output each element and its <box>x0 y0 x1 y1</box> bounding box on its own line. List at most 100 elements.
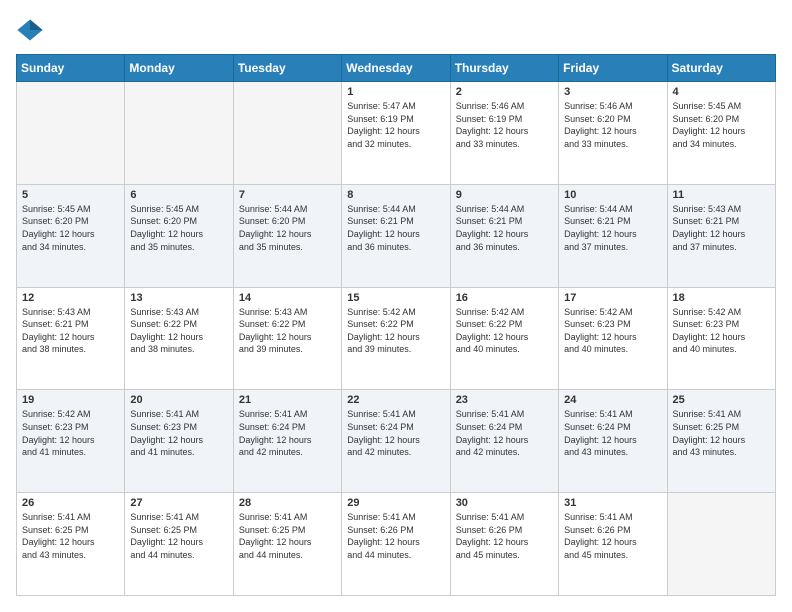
day-number: 20 <box>130 394 227 406</box>
calendar-cell: 10 Sunrise: 5:44 AM Sunset: 6:21 PM Dayli… <box>559 184 667 287</box>
day-number: 28 <box>239 497 336 509</box>
day-info: Sunrise: 5:44 AM Sunset: 6:21 PM Dayligh… <box>564 203 661 253</box>
calendar-cell: 29 Sunrise: 5:41 AM Sunset: 6:26 PM Dayli… <box>342 493 450 596</box>
day-number: 15 <box>347 292 444 304</box>
calendar-header-cell: Tuesday <box>233 55 341 82</box>
calendar-header-cell: Monday <box>125 55 233 82</box>
day-number: 24 <box>564 394 661 406</box>
day-info: Sunrise: 5:42 AM Sunset: 6:23 PM Dayligh… <box>22 408 119 458</box>
calendar-week-row: 12Sunrise: 5:43 AM Sunset: 6:21 PM Dayli… <box>17 287 776 390</box>
calendar-cell: 31 Sunrise: 5:41 AM Sunset: 6:26 PM Dayli… <box>559 493 667 596</box>
calendar-week-row: 5 Sunrise: 5:45 AM Sunset: 6:20 PM Daylig… <box>17 184 776 287</box>
calendar-cell: 23Sunrise: 5:41 AM Sunset: 6:24 PM Dayli… <box>450 390 558 493</box>
day-info: Sunrise: 5:46 AM Sunset: 6:20 PM Dayligh… <box>564 100 661 150</box>
calendar-cell: 26 Sunrise: 5:41 AM Sunset: 6:25 PM Dayli… <box>17 493 125 596</box>
calendar-cell: 3 Sunrise: 5:46 AM Sunset: 6:20 PM Daylig… <box>559 82 667 185</box>
day-info: Sunrise: 5:41 AM Sunset: 6:24 PM Dayligh… <box>347 408 444 458</box>
day-number: 12 <box>22 292 119 304</box>
day-info: Sunrise: 5:45 AM Sunset: 6:20 PM Dayligh… <box>673 100 770 150</box>
calendar-cell: 27 Sunrise: 5:41 AM Sunset: 6:25 PM Dayli… <box>125 493 233 596</box>
day-info: Sunrise: 5:44 AM Sunset: 6:20 PM Dayligh… <box>239 203 336 253</box>
day-info: Sunrise: 5:41 AM Sunset: 6:24 PM Dayligh… <box>239 408 336 458</box>
calendar-cell: 13 Sunrise: 5:43 AM Sunset: 6:22 PM Dayli… <box>125 287 233 390</box>
day-number: 30 <box>456 497 553 509</box>
calendar-cell: 12Sunrise: 5:43 AM Sunset: 6:21 PM Dayli… <box>17 287 125 390</box>
day-number: 16 <box>456 292 553 304</box>
day-info: Sunrise: 5:43 AM Sunset: 6:21 PM Dayligh… <box>673 203 770 253</box>
day-number: 26 <box>22 497 119 509</box>
calendar-cell: 15 Sunrise: 5:42 AM Sunset: 6:22 PM Dayli… <box>342 287 450 390</box>
day-number: 22 <box>347 394 444 406</box>
calendar-cell: 20 Sunrise: 5:41 AM Sunset: 6:23 PM Dayli… <box>125 390 233 493</box>
calendar-cell: 8Sunrise: 5:44 AM Sunset: 6:21 PM Daylig… <box>342 184 450 287</box>
day-number: 2 <box>456 86 553 98</box>
calendar-cell: 9 Sunrise: 5:44 AM Sunset: 6:21 PM Daylig… <box>450 184 558 287</box>
day-number: 6 <box>130 189 227 201</box>
day-info: Sunrise: 5:45 AM Sunset: 6:20 PM Dayligh… <box>130 203 227 253</box>
day-info: Sunrise: 5:41 AM Sunset: 6:26 PM Dayligh… <box>564 511 661 561</box>
day-number: 17 <box>564 292 661 304</box>
page: SundayMondayTuesdayWednesdayThursdayFrid… <box>0 0 792 612</box>
day-info: Sunrise: 5:41 AM Sunset: 6:24 PM Dayligh… <box>564 408 661 458</box>
calendar-header-cell: Saturday <box>667 55 775 82</box>
logo-icon <box>16 16 44 44</box>
calendar-cell: 2 Sunrise: 5:46 AM Sunset: 6:19 PM Daylig… <box>450 82 558 185</box>
day-number: 4 <box>673 86 770 98</box>
calendar-week-row: 19 Sunrise: 5:42 AM Sunset: 6:23 PM Dayli… <box>17 390 776 493</box>
calendar-cell: 24 Sunrise: 5:41 AM Sunset: 6:24 PM Dayli… <box>559 390 667 493</box>
day-info: Sunrise: 5:42 AM Sunset: 6:23 PM Dayligh… <box>564 306 661 356</box>
day-info: Sunrise: 5:42 AM Sunset: 6:22 PM Dayligh… <box>347 306 444 356</box>
day-info: Sunrise: 5:41 AM Sunset: 6:26 PM Dayligh… <box>347 511 444 561</box>
day-number: 19 <box>22 394 119 406</box>
calendar-cell <box>233 82 341 185</box>
calendar-cell: 11 Sunrise: 5:43 AM Sunset: 6:21 PM Dayli… <box>667 184 775 287</box>
calendar-cell <box>125 82 233 185</box>
calendar-week-row: 26 Sunrise: 5:41 AM Sunset: 6:25 PM Dayli… <box>17 493 776 596</box>
calendar-header-row: SundayMondayTuesdayWednesdayThursdayFrid… <box>17 55 776 82</box>
day-info: Sunrise: 5:41 AM Sunset: 6:25 PM Dayligh… <box>22 511 119 561</box>
day-number: 1 <box>347 86 444 98</box>
day-number: 13 <box>130 292 227 304</box>
day-number: 11 <box>673 189 770 201</box>
day-info: Sunrise: 5:44 AM Sunset: 6:21 PM Dayligh… <box>347 203 444 253</box>
day-info: Sunrise: 5:44 AM Sunset: 6:21 PM Dayligh… <box>456 203 553 253</box>
day-info: Sunrise: 5:41 AM Sunset: 6:25 PM Dayligh… <box>673 408 770 458</box>
calendar-cell: 25 Sunrise: 5:41 AM Sunset: 6:25 PM Dayli… <box>667 390 775 493</box>
day-number: 9 <box>456 189 553 201</box>
calendar-week-row: 1Sunrise: 5:47 AM Sunset: 6:19 PM Daylig… <box>17 82 776 185</box>
day-info: Sunrise: 5:45 AM Sunset: 6:20 PM Dayligh… <box>22 203 119 253</box>
calendar-cell <box>17 82 125 185</box>
calendar-cell: 28Sunrise: 5:41 AM Sunset: 6:25 PM Dayli… <box>233 493 341 596</box>
calendar-cell: 7 Sunrise: 5:44 AM Sunset: 6:20 PM Daylig… <box>233 184 341 287</box>
day-info: Sunrise: 5:43 AM Sunset: 6:22 PM Dayligh… <box>130 306 227 356</box>
day-number: 18 <box>673 292 770 304</box>
calendar-cell <box>667 493 775 596</box>
day-number: 25 <box>673 394 770 406</box>
day-number: 3 <box>564 86 661 98</box>
calendar-cell: 4 Sunrise: 5:45 AM Sunset: 6:20 PM Daylig… <box>667 82 775 185</box>
day-info: Sunrise: 5:46 AM Sunset: 6:19 PM Dayligh… <box>456 100 553 150</box>
logo <box>16 16 48 44</box>
calendar-cell: 22 Sunrise: 5:41 AM Sunset: 6:24 PM Dayli… <box>342 390 450 493</box>
day-number: 29 <box>347 497 444 509</box>
calendar-cell: 19 Sunrise: 5:42 AM Sunset: 6:23 PM Dayli… <box>17 390 125 493</box>
day-number: 14 <box>239 292 336 304</box>
day-info: Sunrise: 5:41 AM Sunset: 6:23 PM Dayligh… <box>130 408 227 458</box>
calendar-header-cell: Sunday <box>17 55 125 82</box>
day-number: 7 <box>239 189 336 201</box>
day-number: 27 <box>130 497 227 509</box>
calendar-header-cell: Wednesday <box>342 55 450 82</box>
calendar-cell: 14Sunrise: 5:43 AM Sunset: 6:22 PM Dayli… <box>233 287 341 390</box>
calendar-header-cell: Thursday <box>450 55 558 82</box>
calendar-header-cell: Friday <box>559 55 667 82</box>
day-number: 21 <box>239 394 336 406</box>
day-number: 5 <box>22 189 119 201</box>
calendar-cell: 16Sunrise: 5:42 AM Sunset: 6:22 PM Dayli… <box>450 287 558 390</box>
day-number: 31 <box>564 497 661 509</box>
day-info: Sunrise: 5:42 AM Sunset: 6:23 PM Dayligh… <box>673 306 770 356</box>
calendar-cell: 1Sunrise: 5:47 AM Sunset: 6:19 PM Daylig… <box>342 82 450 185</box>
day-info: Sunrise: 5:41 AM Sunset: 6:25 PM Dayligh… <box>130 511 227 561</box>
calendar-cell: 6 Sunrise: 5:45 AM Sunset: 6:20 PM Daylig… <box>125 184 233 287</box>
calendar-cell: 5 Sunrise: 5:45 AM Sunset: 6:20 PM Daylig… <box>17 184 125 287</box>
day-number: 10 <box>564 189 661 201</box>
